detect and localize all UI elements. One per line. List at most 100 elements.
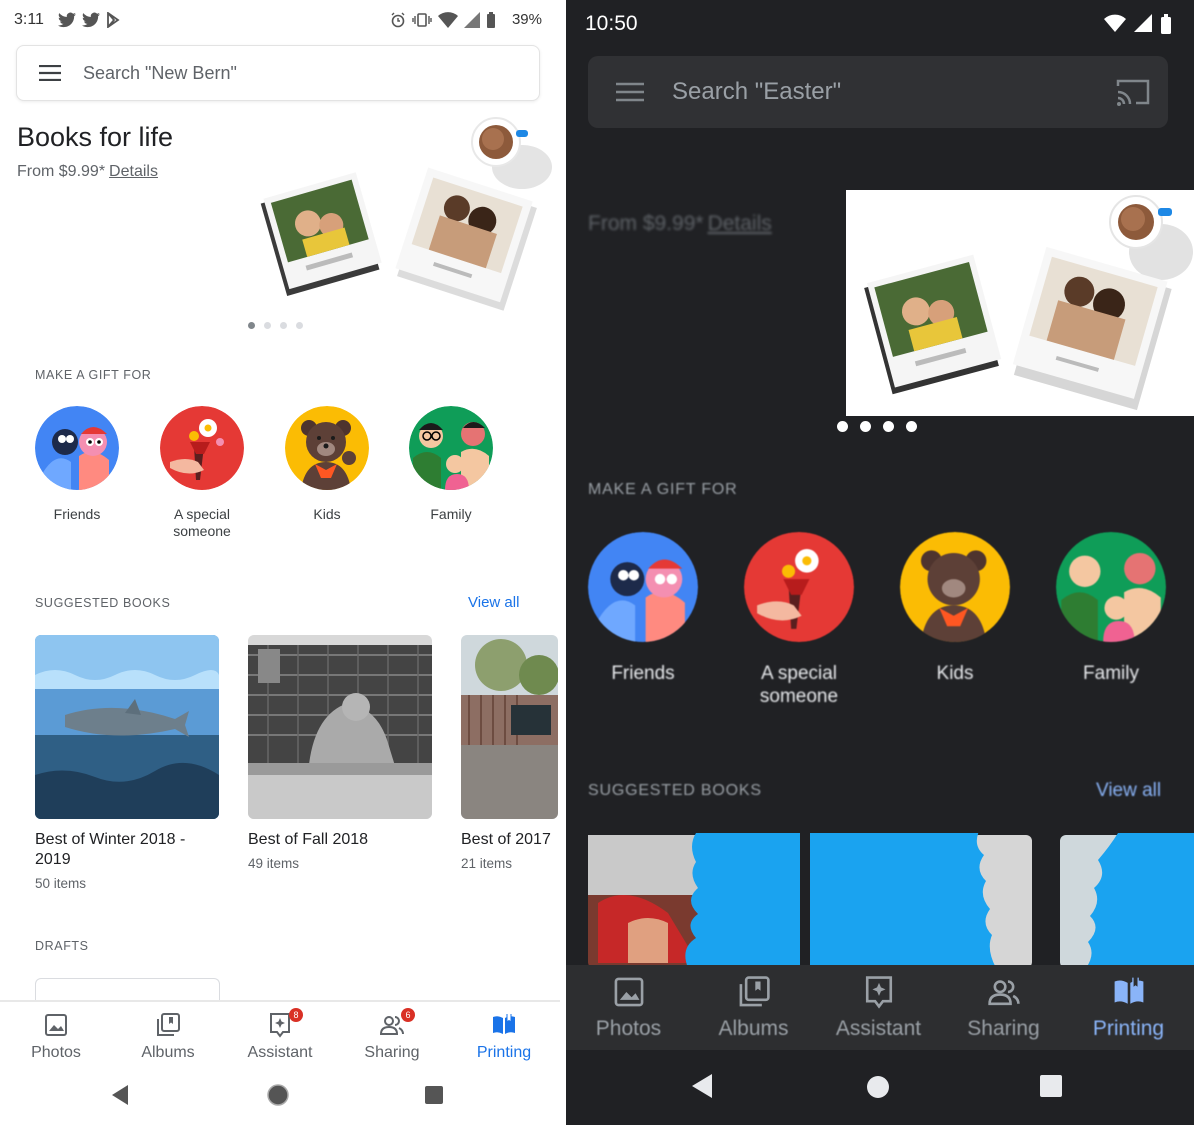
cell-signal-icon: [1134, 14, 1152, 32]
suggested-books-row[interactable]: [588, 833, 1194, 968]
menu-icon[interactable]: [39, 65, 61, 81]
nav-printing[interactable]: Printing: [448, 1002, 560, 1070]
cell-signal-icon: [464, 12, 480, 28]
teddy-bear-illustration: [285, 406, 369, 490]
status-bar: 3:11 39%: [0, 0, 560, 40]
nav-label: Sharing: [364, 1044, 420, 1061]
nav-label: Assistant: [247, 1044, 313, 1061]
gift-label: A special someone: [759, 663, 839, 707]
price-text: From $9.99*: [17, 163, 106, 180]
back-icon[interactable]: [112, 1085, 130, 1105]
search-input[interactable]: Search "New Bern": [83, 63, 237, 84]
cast-icon[interactable]: [1116, 78, 1150, 106]
gift-item-family[interactable]: Family: [1050, 532, 1172, 685]
book-cover-shark: [35, 635, 219, 819]
gift-item-special-someone[interactable]: A special someone: [738, 532, 860, 708]
view-all-link[interactable]: View all: [468, 594, 519, 611]
system-navigation-bar: [0, 1070, 560, 1130]
photo-icon: [45, 1014, 67, 1036]
nav-label: Assistant: [835, 1017, 922, 1040]
nav-label: Sharing: [967, 1017, 1040, 1040]
carousel-dot[interactable]: [264, 322, 271, 329]
gift-item-kids[interactable]: Kids: [894, 532, 1016, 685]
vibrate-icon: [412, 13, 432, 27]
dark-phone-screen: 10:50 Search "Easter" From $9.99* Details: [566, 0, 1194, 1125]
bottom-navigation: Photos Albums 8 Assistant 6 Sharing Prin…: [0, 1000, 560, 1070]
price-text: From $9.99*: [588, 212, 704, 235]
gift-section-label: MAKE A GIFT FOR: [588, 481, 738, 498]
suggested-books-label: SUGGESTED BOOKS: [35, 596, 171, 610]
gift-item-friends[interactable]: Friends: [30, 406, 124, 523]
flowers-illustration: [744, 532, 854, 642]
gift-section-label: MAKE A GIFT FOR: [35, 368, 152, 382]
friends-illustration: [588, 532, 698, 642]
notification-icons: [58, 12, 120, 28]
nav-photos[interactable]: Photos: [566, 965, 691, 1050]
status-bar: 10:50: [566, 0, 1194, 50]
back-icon[interactable]: [692, 1074, 712, 1098]
book-card[interactable]: Best of Fall 2018 49 items: [248, 635, 432, 871]
carousel-dot[interactable]: [860, 421, 871, 432]
printing-book-icon: [1114, 977, 1143, 1004]
search-bar[interactable]: Search "Easter": [588, 56, 1168, 128]
nav-albums[interactable]: Albums: [112, 1002, 224, 1070]
book-count: 49 items: [248, 856, 300, 871]
carousel-dots[interactable]: [248, 322, 303, 329]
book-cover-yard: [461, 635, 558, 819]
carousel-dots[interactable]: [837, 421, 917, 432]
nav-albums[interactable]: Albums: [691, 965, 816, 1050]
search-input[interactable]: Search "Easter": [672, 78, 841, 106]
nav-printing[interactable]: Printing: [1066, 965, 1191, 1050]
system-navigation-bar: [566, 1050, 1194, 1125]
carousel-dot[interactable]: [248, 322, 255, 329]
book-title: Best of Winter 2018 - 2019: [35, 831, 186, 868]
gift-item-friends[interactable]: Friends: [582, 532, 704, 685]
carousel-dot[interactable]: [837, 421, 848, 432]
hero-illustration: [846, 190, 1194, 416]
assistant-icon: [865, 976, 892, 1009]
view-all-link[interactable]: View all: [1096, 780, 1161, 802]
nav-label: Albums: [141, 1044, 195, 1061]
recents-icon[interactable]: [1040, 1075, 1062, 1097]
carousel-dot[interactable]: [883, 421, 894, 432]
details-link[interactable]: Details: [109, 163, 158, 180]
notification-badge: 6: [401, 1008, 415, 1022]
gift-label: A special someone: [173, 506, 231, 539]
gift-label: Kids: [313, 506, 341, 522]
sharing-icon: [987, 980, 1020, 1006]
system-icons: [390, 12, 496, 28]
book-card[interactable]: Best of Winter 2018 - 2019 50 items: [35, 635, 219, 891]
gift-label: Family: [1083, 663, 1139, 684]
menu-icon[interactable]: [616, 82, 644, 102]
flowers-illustration: [160, 406, 244, 490]
book-count: 21 items: [461, 856, 513, 871]
search-bar[interactable]: Search "New Bern": [16, 45, 540, 101]
nav-label: Photos: [595, 1017, 662, 1040]
details-link[interactable]: Details: [708, 212, 772, 235]
albums-icon: [739, 976, 770, 1007]
carousel-dot[interactable]: [280, 322, 287, 329]
carousel-dot[interactable]: [906, 421, 917, 432]
nav-assistant[interactable]: Assistant: [816, 965, 941, 1050]
teddy-bear-illustration: [900, 532, 1010, 642]
book-card[interactable]: Best of 2017 21 items: [461, 635, 558, 871]
gift-item-family[interactable]: Family: [404, 406, 498, 523]
home-icon[interactable]: [267, 1084, 289, 1106]
twitter-icon: [58, 12, 76, 28]
nav-sharing[interactable]: Sharing: [941, 965, 1066, 1050]
alarm-icon: [391, 12, 405, 28]
light-phone-screen: 3:11 39% Search "New Bern" Books for lif…: [0, 0, 560, 1130]
carousel-dot[interactable]: [296, 322, 303, 329]
home-icon[interactable]: [866, 1075, 890, 1099]
nav-assistant[interactable]: 8 Assistant: [224, 1002, 336, 1070]
battery-percent: 39%: [511, 11, 542, 28]
recents-icon[interactable]: [425, 1086, 443, 1104]
wifi-icon: [1104, 14, 1126, 32]
gift-item-special-someone[interactable]: A special someone: [155, 406, 249, 540]
nav-sharing[interactable]: 6 Sharing: [336, 1002, 448, 1070]
notification-badge: 8: [289, 1008, 303, 1022]
drafts-label: DRAFTS: [35, 939, 89, 953]
gift-item-kids[interactable]: Kids: [280, 406, 374, 523]
nav-photos[interactable]: Photos: [0, 1002, 112, 1070]
hero-illustration: [260, 117, 552, 311]
